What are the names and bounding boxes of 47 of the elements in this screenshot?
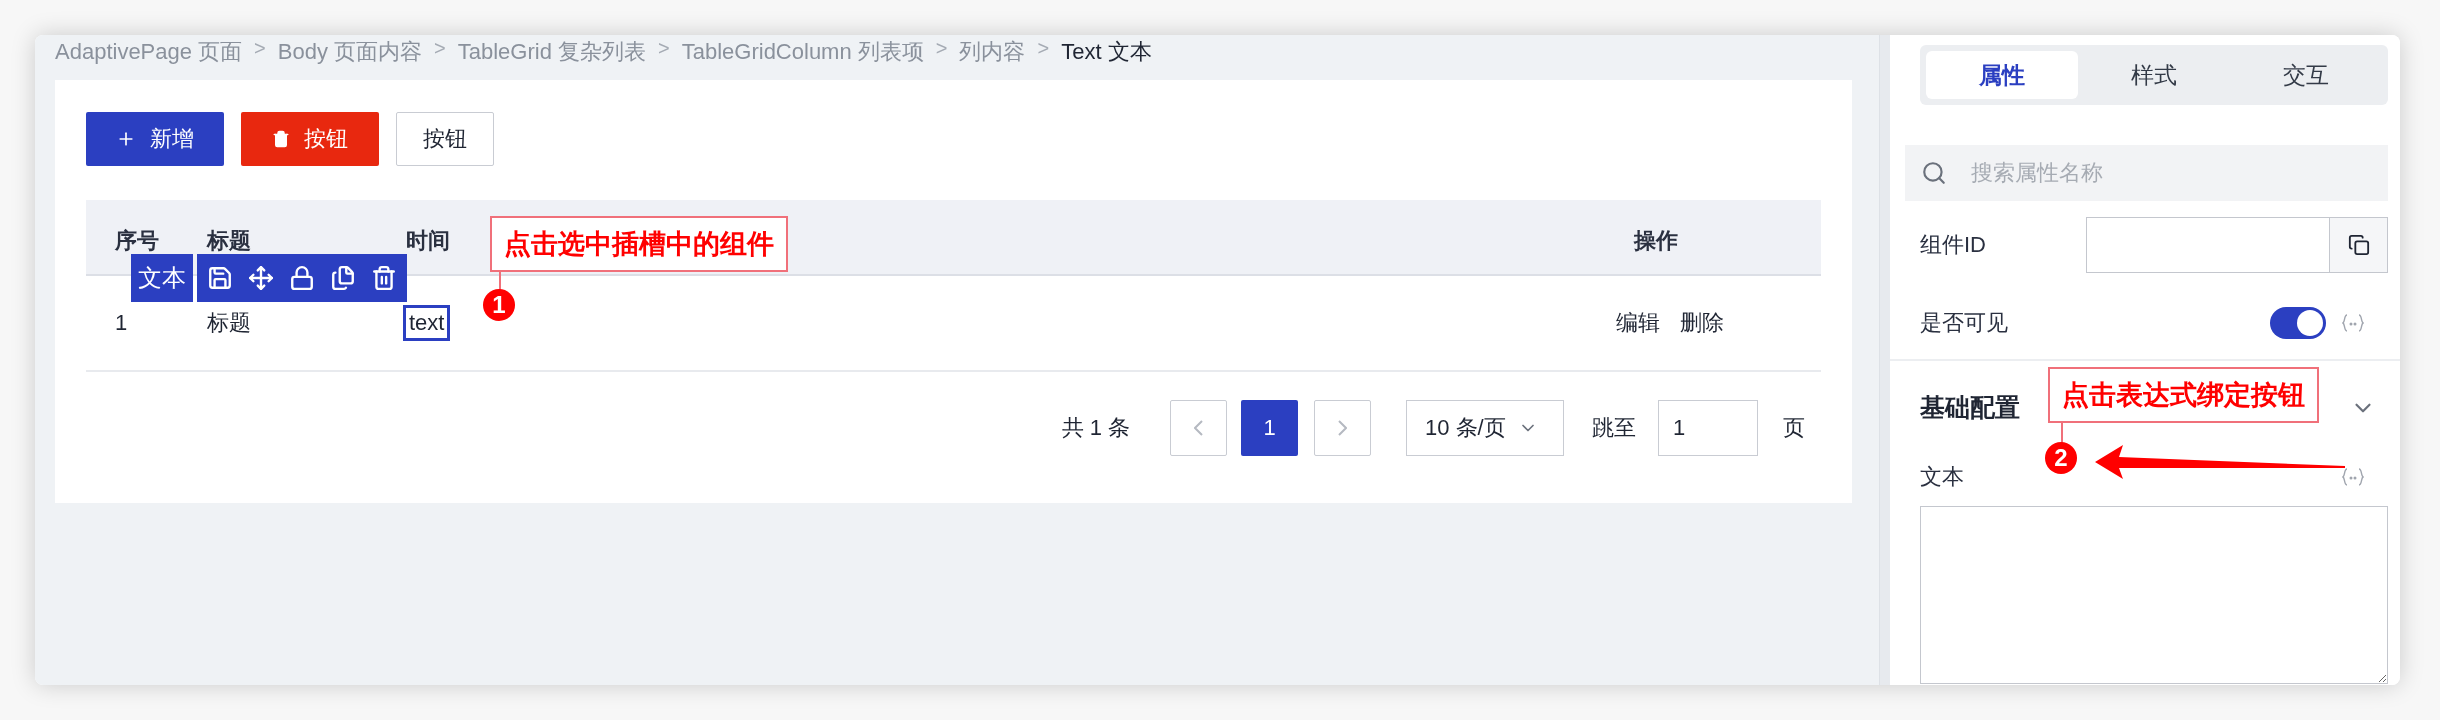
column-header: 操作	[1632, 227, 1678, 255]
id-field[interactable]	[2086, 217, 2388, 273]
breadcrumb-separator: >	[658, 37, 670, 60]
field-label: 文本	[1920, 463, 1964, 491]
breadcrumb-separator: >	[254, 37, 266, 60]
search-icon	[1921, 160, 1947, 186]
add-button[interactable]: 新增	[86, 112, 224, 166]
jump-label: 跳至	[1592, 414, 1636, 442]
copy-button[interactable]	[2329, 218, 2387, 272]
action-link[interactable]: 编辑	[1616, 308, 1660, 338]
breadcrumb-separator: >	[1037, 37, 1050, 60]
page-suffix: 页	[1783, 414, 1805, 442]
trash-icon	[272, 130, 290, 148]
annotation-callout: 点击选中插槽中的组件	[490, 216, 788, 272]
field-label: 组件ID	[1920, 231, 1986, 259]
breadcrumb-separator: >	[434, 37, 446, 60]
annotation-callout: 点击表达式绑定按钮	[2048, 367, 2319, 423]
breadcrumb-item[interactable]: Text 文本	[1061, 37, 1152, 67]
tab[interactable]: 样式	[2078, 51, 2230, 99]
lock-icon[interactable]	[289, 265, 315, 291]
search-field[interactable]: 搜索属性名称	[1905, 145, 2388, 201]
trash-icon[interactable]	[371, 265, 397, 291]
chevron-left-icon	[1194, 420, 1203, 436]
selected-text: text	[403, 305, 451, 341]
jump-input[interactable]: 1	[1658, 400, 1758, 456]
total-count: 共 1 条	[1061, 414, 1130, 442]
column-header: 标题	[207, 227, 251, 255]
search-input[interactable]: 搜索属性名称	[1969, 159, 2372, 187]
page-button[interactable]: 1	[1241, 400, 1298, 456]
copy-icon	[2347, 234, 2370, 256]
delete-button[interactable]: 按钮	[241, 112, 379, 166]
copy-icon[interactable]	[330, 265, 356, 291]
page-size-select[interactable]: 10 条/页	[1406, 400, 1564, 456]
save-icon[interactable]	[207, 265, 233, 291]
button[interactable]: 按钮	[396, 112, 494, 166]
move-icon[interactable]	[248, 265, 274, 291]
tab[interactable]: 交互	[2230, 51, 2382, 99]
tab[interactable]: 属性	[1926, 51, 2078, 99]
visibility-toggle[interactable]	[2270, 307, 2326, 339]
section-title: 基础配置	[1920, 392, 2020, 423]
action-link[interactable]: 删除	[1680, 308, 1724, 338]
breadcrumb-separator: >	[935, 37, 948, 60]
column-header: 时间	[406, 227, 450, 255]
chevron-right-icon	[1338, 420, 1347, 436]
field-label: 是否可见	[1920, 309, 2008, 337]
column-header: 序号	[115, 227, 159, 255]
component-tag: 文本	[131, 254, 193, 302]
